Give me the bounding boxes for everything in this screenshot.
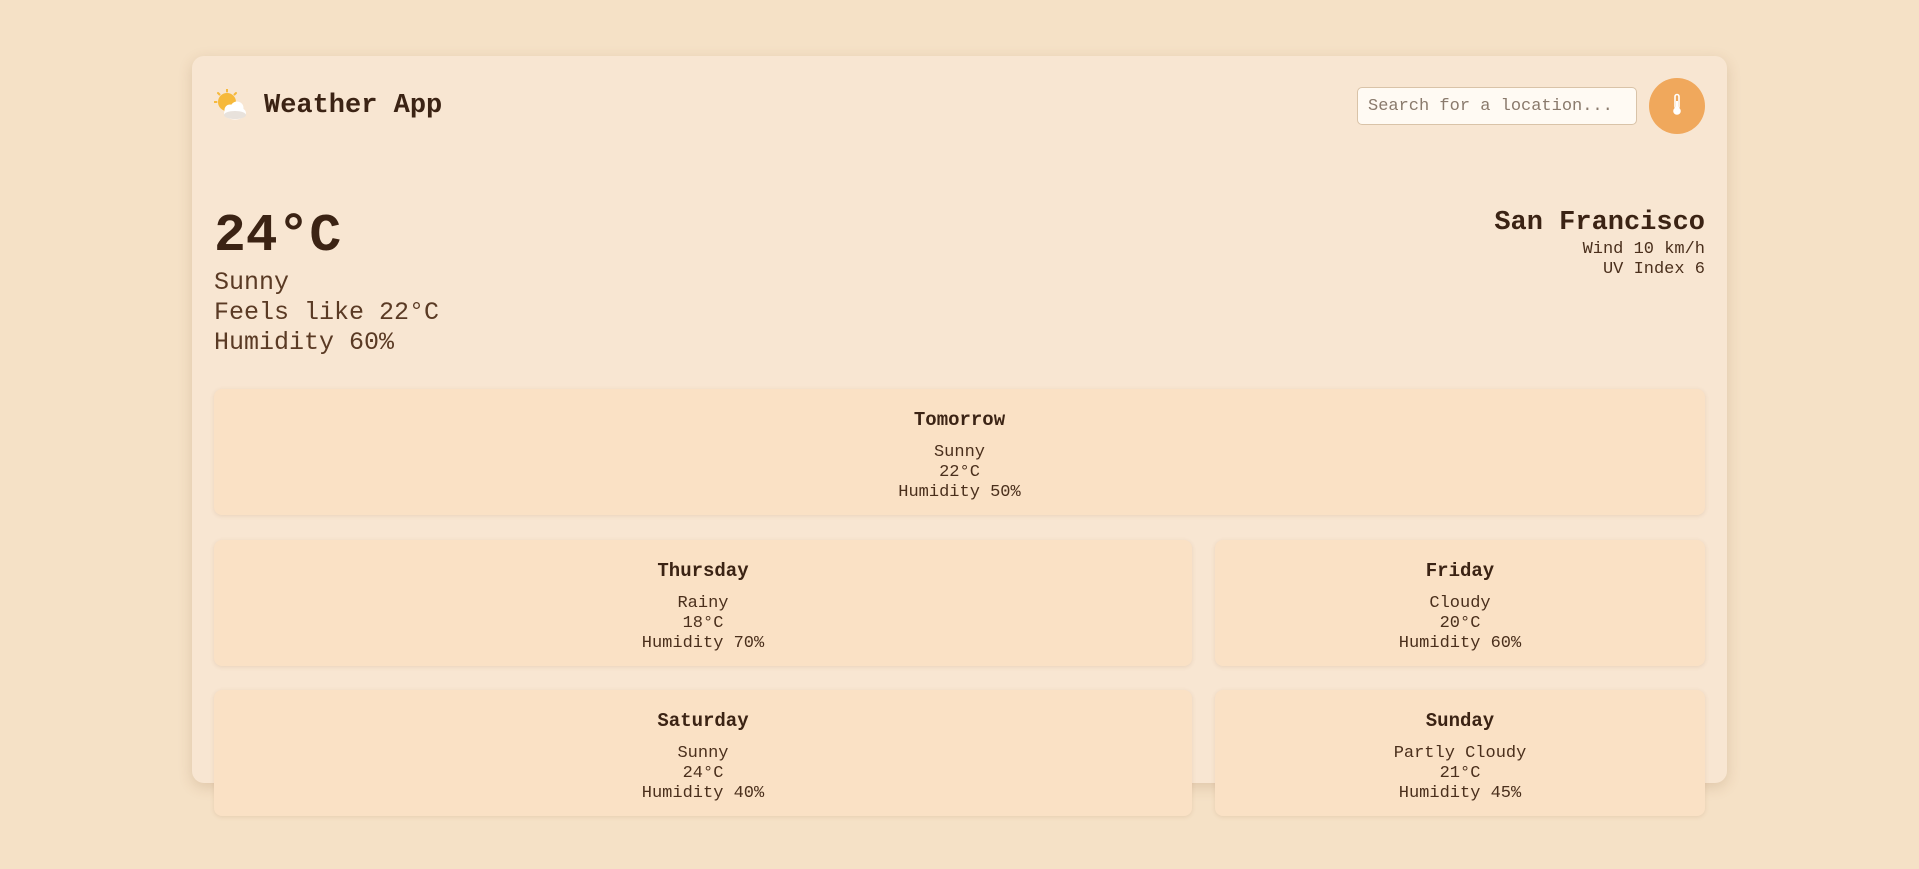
forecast-temperature: 22°C [939, 463, 980, 482]
forecast-card-saturday: Saturday Sunny 24°C Humidity 40% [214, 690, 1192, 816]
sun-behind-cloud-icon [213, 88, 248, 123]
search-area [1357, 78, 1705, 134]
current-condition: Sunny [214, 268, 290, 297]
current-weather: 24°C Sunny Feels like 22°C Humidity 60% [214, 204, 439, 358]
forecast-humidity: Humidity 70% [641, 634, 765, 653]
wind-speed: Wind 10 km/h [1582, 240, 1705, 259]
forecast-condition: Partly Cloudy [1393, 744, 1527, 763]
forecast-humidity: Humidity 50% [898, 483, 1021, 502]
search-button[interactable] [1649, 78, 1705, 134]
forecast-card-sunday: Sunday Partly Cloudy 21°C Humidity 45% [1215, 690, 1705, 816]
forecast-condition: Sunny [677, 744, 729, 763]
current-temperature: 24°C [214, 206, 342, 266]
forecast-humidity: Humidity 45% [1398, 784, 1522, 803]
location-info: San Francisco Wind 10 km/h UV Index 6 [1494, 206, 1705, 280]
uv-index: UV Index 6 [1602, 260, 1705, 279]
forecast-card-tomorrow: Tomorrow Sunny 22°C Humidity 50% [214, 389, 1705, 515]
forecast-day: Sunday [1425, 710, 1495, 732]
current-humidity: Humidity 60% [214, 328, 395, 357]
forecast-temperature: 24°C [682, 764, 724, 783]
thermometer-icon [1670, 93, 1684, 120]
forecast-card-thursday: Thursday Rainy 18°C Humidity 70% [214, 540, 1192, 666]
forecast-temperature: 18°C [682, 614, 724, 633]
forecast-temperature: 20°C [1439, 614, 1481, 633]
forecast-card-friday: Friday Cloudy 20°C Humidity 60% [1215, 540, 1705, 666]
forecast-day: Saturday [657, 710, 749, 732]
app-title: Weather App [264, 91, 443, 121]
feels-like: Feels like 22°C [214, 298, 440, 327]
forecast-humidity: Humidity 40% [641, 784, 765, 803]
forecast-day: Tomorrow [913, 409, 1006, 431]
forecast-day: Thursday [657, 560, 749, 582]
forecast-condition: Sunny [933, 443, 985, 462]
city-name: San Francisco [1494, 208, 1705, 238]
forecast-humidity: Humidity 60% [1398, 634, 1522, 653]
forecast-condition: Cloudy [1429, 594, 1491, 613]
forecast-temperature: 21°C [1439, 764, 1481, 783]
brand: Weather App [213, 88, 443, 123]
search-input[interactable] [1357, 87, 1637, 125]
app-header: Weather App [213, 78, 1705, 134]
forecast-condition: Rainy [677, 594, 729, 613]
weather-app-card: Weather App 24°C Sunny Feels like 22°C H… [192, 56, 1727, 816]
forecast-day: Friday [1425, 560, 1495, 582]
